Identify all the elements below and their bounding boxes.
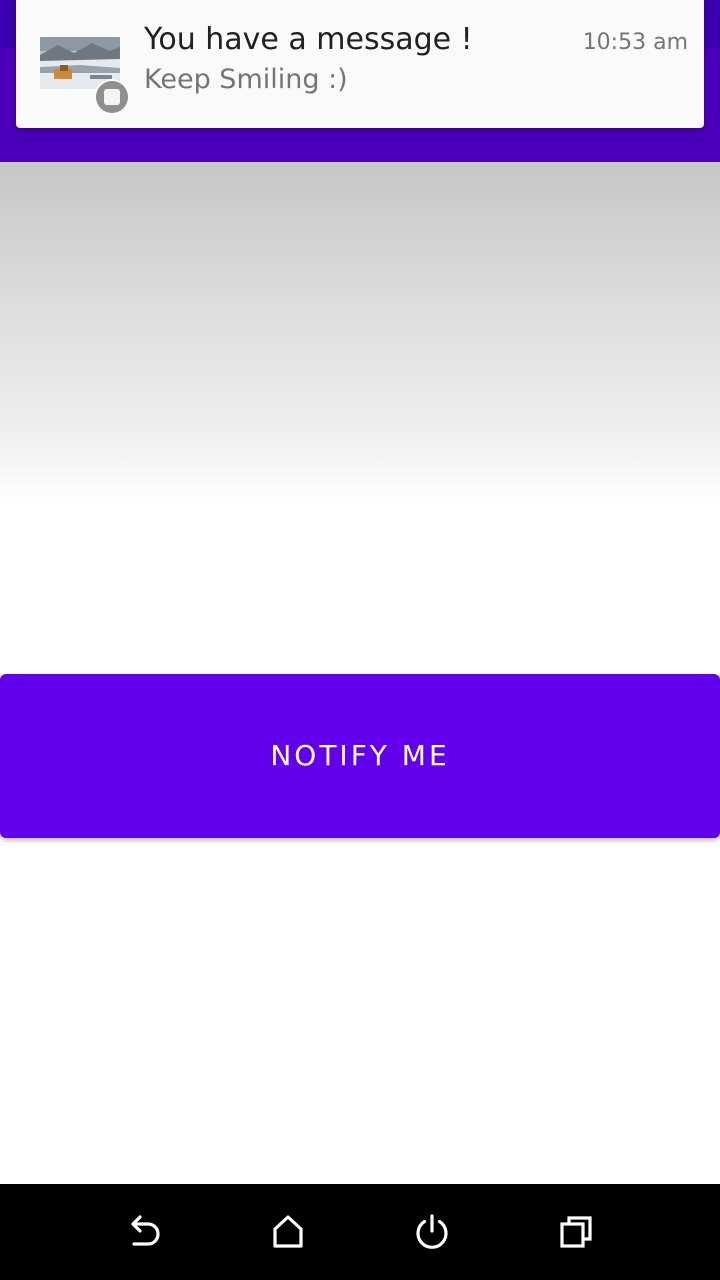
power-icon[interactable] xyxy=(408,1208,456,1256)
notification-time: 10:53 am xyxy=(582,30,688,55)
app-screen: You have a message ! Keep Smiling :) 10:… xyxy=(0,0,720,1280)
notify-me-button[interactable]: NOTIFY ME xyxy=(0,674,720,838)
app-small-icon xyxy=(96,81,128,113)
notification-shade-shadow xyxy=(0,162,720,502)
back-icon[interactable] xyxy=(120,1208,168,1256)
notification-title: You have a message ! xyxy=(144,22,473,57)
heads-up-notification[interactable]: You have a message ! Keep Smiling :) 10:… xyxy=(16,0,704,128)
navigation-bar xyxy=(0,1184,720,1280)
recents-icon[interactable] xyxy=(552,1208,600,1256)
home-icon[interactable] xyxy=(264,1208,312,1256)
notification-text: Keep Smiling :) xyxy=(144,64,348,95)
